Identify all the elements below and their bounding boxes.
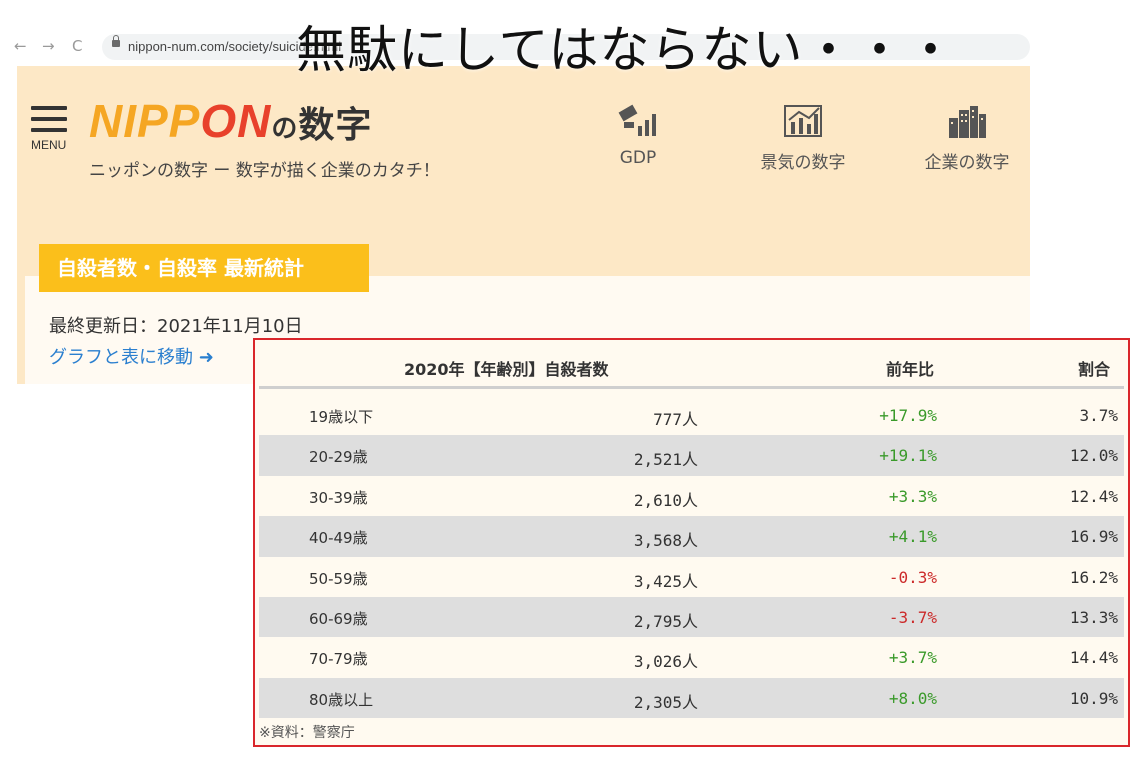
table-row: 20-29歳 2,521人 +19.1% 12.0% bbox=[259, 435, 1124, 476]
yoy-cell: +8.0% bbox=[888, 688, 937, 708]
nav-economy-label: 景気の数字 bbox=[760, 153, 846, 173]
table-row: 19歳以下 777人 +17.9% 3.7% bbox=[259, 395, 1124, 435]
logo-text-nipp: NIPP bbox=[89, 95, 201, 147]
logo-text-no: の bbox=[271, 113, 299, 143]
buildings-icon bbox=[917, 104, 1017, 138]
count-cell: 2,795人 bbox=[633, 611, 698, 631]
header-age-count: 2020年【年齢別】自殺者数 bbox=[404, 360, 609, 379]
age-cell: 80歳以上 bbox=[309, 690, 374, 709]
count-cell: 777人 bbox=[653, 410, 698, 429]
header-yoy: 前年比 bbox=[885, 360, 934, 379]
table-row: 50-59歳 3,425人 -0.3% 16.2% bbox=[259, 557, 1124, 597]
count-cell: 2,305人 bbox=[633, 692, 698, 712]
nav-gdp[interactable]: GDP bbox=[612, 104, 664, 168]
table-row: 80歳以上 2,305人 +8.0% 10.9% bbox=[259, 677, 1124, 719]
count-cell: 3,425人 bbox=[633, 571, 698, 591]
yoy-cell: +3.3% bbox=[888, 486, 937, 506]
table-body: 19歳以下 777人 +17.9% 3.7% 20-29歳 2,521人 +19.1% 12.… bbox=[259, 395, 1124, 719]
age-cell: 20-29歳 bbox=[309, 448, 368, 467]
count-cell: 3,568人 bbox=[633, 531, 698, 551]
age-cell: 60-69歳 bbox=[309, 609, 368, 628]
site-tagline: ニッポンの数字 ー 数字が描く企業のカタチ！ bbox=[89, 161, 440, 181]
jump-to-graph-link[interactable]: グラフと表に移動 ➜ bbox=[49, 343, 214, 369]
lock-icon bbox=[112, 35, 120, 47]
suicide-by-age-table: 2020年【年齢別】自殺者数 前年比 割合 19歳以下 777人 +17.9% 3.7… bbox=[253, 338, 1130, 747]
back-arrow-icon[interactable]: ← bbox=[14, 38, 27, 54]
count-cell: 2,521人 bbox=[633, 450, 698, 470]
share-cell: 13.3% bbox=[1069, 607, 1118, 627]
nav-companies[interactable]: 企業の数字 bbox=[917, 104, 1017, 173]
share-cell: 12.0% bbox=[1069, 446, 1118, 466]
line-chart-icon bbox=[753, 104, 853, 138]
hamburger-menu-icon[interactable] bbox=[31, 106, 67, 139]
table-row: 40-49歳 3,568人 +4.1% 16.9% bbox=[259, 516, 1124, 557]
share-cell: 10.9% bbox=[1069, 688, 1118, 708]
count-cell: 2,610人 bbox=[633, 490, 698, 510]
age-cell: 40-49歳 bbox=[309, 529, 368, 548]
share-cell: 16.2% bbox=[1069, 567, 1118, 587]
yoy-cell: +17.9% bbox=[879, 406, 937, 425]
money-chart-icon bbox=[612, 104, 664, 138]
age-cell: 19歳以下 bbox=[309, 408, 374, 426]
table-header: 2020年【年齢別】自殺者数 前年比 割合 bbox=[259, 346, 1124, 389]
menu-label: MENU bbox=[31, 138, 67, 152]
yoy-cell: -3.7% bbox=[888, 607, 937, 627]
share-cell: 16.9% bbox=[1069, 527, 1118, 547]
reload-icon[interactable]: C bbox=[72, 38, 82, 54]
logo-text-kanji: 数字 bbox=[298, 104, 373, 145]
forward-arrow-icon[interactable]: → bbox=[42, 38, 55, 54]
nav-economy[interactable]: 景気の数字 bbox=[753, 104, 853, 173]
count-cell: 3,026人 bbox=[633, 652, 698, 672]
yoy-cell: +19.1% bbox=[879, 446, 937, 466]
header-share: 割合 bbox=[1077, 360, 1110, 379]
logo-text-on: ON bbox=[200, 95, 272, 147]
last-updated-text: 最終更新日：2021年11月10日 bbox=[49, 316, 303, 337]
yoy-cell: +4.1% bbox=[888, 527, 937, 547]
source-note: ※資料：警察庁 bbox=[259, 725, 355, 741]
yoy-cell: +3.7% bbox=[888, 648, 937, 668]
site-header: MENU NIPPONの数字 ニッポンの数字 ー 数字が描く企業のカタチ！ GD… bbox=[17, 66, 1030, 384]
table-row: 60-69歳 2,795人 -3.7% 13.3% bbox=[259, 596, 1124, 638]
share-cell: 14.4% bbox=[1069, 648, 1118, 668]
share-cell: 12.4% bbox=[1069, 486, 1118, 506]
yoy-cell: -0.3% bbox=[888, 567, 937, 587]
age-cell: 70-79歳 bbox=[309, 650, 368, 669]
age-cell: 30-39歳 bbox=[309, 488, 368, 507]
table-row: 70-79歳 3,026人 +3.7% 14.4% bbox=[259, 637, 1124, 677]
site-logo[interactable]: NIPPONの数字 bbox=[89, 94, 372, 148]
share-cell: 3.7% bbox=[1079, 406, 1118, 425]
section-title: 自殺者数・自殺率 最新統計 bbox=[39, 244, 369, 292]
nav-gdp-label: GDP bbox=[619, 148, 657, 168]
overlay-heading: 無駄にしてはならない・・・ bbox=[296, 21, 957, 79]
table-row: 30-39歳 2,610人 +3.3% 12.4% bbox=[259, 476, 1124, 516]
age-cell: 50-59歳 bbox=[309, 569, 368, 588]
nav-companies-label: 企業の数字 bbox=[924, 153, 1010, 173]
